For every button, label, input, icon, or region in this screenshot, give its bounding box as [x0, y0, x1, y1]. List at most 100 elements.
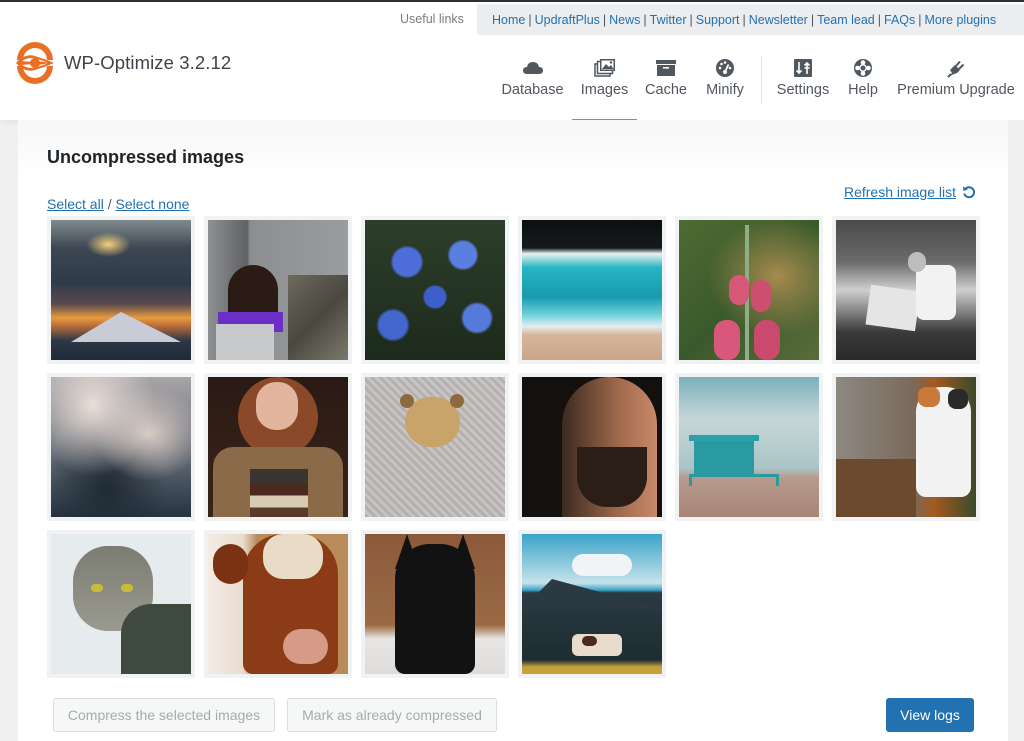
- clouds-mountain-image: [51, 377, 191, 517]
- cat-patch: [918, 387, 940, 407]
- image-thumbnail[interactable]: [204, 530, 352, 678]
- tab-minify[interactable]: Minify: [702, 56, 748, 122]
- golden-cloud: [86, 232, 131, 257]
- selection-links: Select all / Select none: [47, 196, 189, 212]
- bluebells-image: [365, 220, 505, 360]
- tab-label: Settings: [776, 82, 830, 98]
- page-background-strip: [1008, 120, 1024, 741]
- tab-label: Premium Upgrade: [897, 82, 1015, 98]
- cat-body: [121, 604, 191, 674]
- tower-hut: [694, 439, 754, 474]
- camo-jacket: [288, 275, 348, 360]
- image-thumbnail[interactable]: [361, 530, 509, 678]
- image-thumbnail[interactable]: [47, 373, 195, 521]
- image-thumbnail[interactable]: [518, 216, 666, 364]
- image-thumbnail[interactable]: [832, 216, 980, 364]
- cat-eye: [91, 584, 103, 592]
- newspaper: [865, 284, 921, 332]
- flower-bell: [751, 280, 771, 312]
- tab-premium-upgrade[interactable]: Premium Upgrade: [896, 56, 1016, 122]
- dog-ear: [395, 534, 419, 569]
- man-newspaper-image: [836, 220, 976, 360]
- calf-forehead: [263, 534, 323, 579]
- link-newsletter[interactable]: Newsletter: [749, 13, 808, 27]
- mountain-shape: [71, 312, 181, 342]
- image-thumbnail[interactable]: [204, 216, 352, 364]
- tab-images[interactable]: Images: [572, 56, 637, 122]
- calf-nose: [283, 629, 328, 664]
- link-more-plugins[interactable]: More plugins: [925, 13, 997, 27]
- cat-eye: [121, 584, 133, 592]
- tab-settings[interactable]: Settings: [775, 56, 831, 122]
- refresh-image-list-link[interactable]: Refresh image list: [844, 184, 976, 200]
- calf-ear: [213, 544, 248, 584]
- compress-selected-button[interactable]: Compress the selected images: [53, 698, 275, 732]
- link-team-lead[interactable]: Team lead: [817, 13, 875, 27]
- separator: |: [810, 12, 815, 27]
- cloud-icon: [522, 62, 543, 74]
- cow-mountains-image: [522, 534, 662, 674]
- foxglove-image: [679, 220, 819, 360]
- separator: |: [877, 12, 881, 27]
- lifeguard-tower-image: [679, 377, 819, 517]
- tab-cache[interactable]: Cache: [643, 56, 689, 122]
- laptop: [216, 324, 274, 360]
- link-support[interactable]: Support: [696, 13, 740, 27]
- link-home[interactable]: Home: [492, 13, 525, 27]
- calf-image: [208, 534, 348, 674]
- black-dog-image: [365, 534, 505, 674]
- tab-label: Images: [580, 82, 629, 98]
- image-thumbnail[interactable]: [518, 373, 666, 521]
- cloud: [572, 554, 632, 576]
- tab-help[interactable]: Help: [845, 56, 881, 122]
- plugin-header: Useful links Home | UpdraftPlus | News | Tw…: [0, 2, 1024, 122]
- view-logs-button[interactable]: View logs: [886, 698, 974, 732]
- image-thumbnail[interactable]: [832, 373, 980, 521]
- image-thumbnail[interactable]: [361, 216, 509, 364]
- refresh-icon: [963, 186, 976, 199]
- wooden-box: [836, 459, 916, 517]
- separator: |: [689, 12, 693, 27]
- image-thumbnail[interactable]: [204, 373, 352, 521]
- flower-bell: [754, 320, 780, 360]
- tab-label: Database: [501, 82, 564, 98]
- dog-ear: [451, 534, 475, 569]
- flower-bell: [729, 275, 749, 305]
- sliders-icon: [794, 59, 812, 77]
- lifebuoy-icon: [854, 59, 872, 77]
- nav-divider: [761, 56, 762, 104]
- head: [908, 252, 926, 272]
- link-news[interactable]: News: [609, 13, 640, 27]
- beard: [577, 447, 647, 507]
- useful-links-bar: Home | UpdraftPlus | News | Twitter | Suppor…: [477, 4, 1024, 35]
- separator: |: [643, 12, 647, 27]
- image-thumbnail[interactable]: [675, 216, 823, 364]
- image-thumbnail[interactable]: [518, 530, 666, 678]
- link-faqs[interactable]: FAQs: [884, 13, 915, 27]
- mountain-ridge: [522, 579, 662, 609]
- cow-body: [572, 634, 622, 656]
- image-thumbnail[interactable]: [675, 373, 823, 521]
- tower-roof: [689, 435, 759, 441]
- image-thumbnail[interactable]: [47, 216, 195, 364]
- link-updraftplus[interactable]: UpdraftPlus: [535, 13, 600, 27]
- plug-icon: [947, 60, 965, 78]
- select-all-link[interactable]: Select all: [47, 196, 104, 212]
- select-none-link[interactable]: Select none: [115, 196, 189, 212]
- tower-base: [689, 474, 779, 486]
- main-nav: Database Images Cache Minify Settings He…: [0, 56, 1024, 122]
- images-panel: Uncompressed images Select all / Select …: [18, 120, 1008, 741]
- bear-ear: [450, 394, 464, 408]
- flower-bell: [714, 320, 740, 360]
- link-twitter[interactable]: Twitter: [650, 13, 687, 27]
- books-stack: [250, 469, 308, 517]
- tab-database[interactable]: Database: [500, 56, 565, 122]
- separator: |: [742, 12, 746, 27]
- image-thumbnail[interactable]: [47, 530, 195, 678]
- useful-links-label: Useful links: [400, 12, 464, 26]
- image-thumbnail[interactable]: [361, 373, 509, 521]
- mountain-sunset-image: [51, 220, 191, 360]
- mark-compressed-button[interactable]: Mark as already compressed: [287, 698, 497, 732]
- dashboard-gauge-icon: [716, 59, 734, 77]
- ocean-wave-image: [522, 220, 662, 360]
